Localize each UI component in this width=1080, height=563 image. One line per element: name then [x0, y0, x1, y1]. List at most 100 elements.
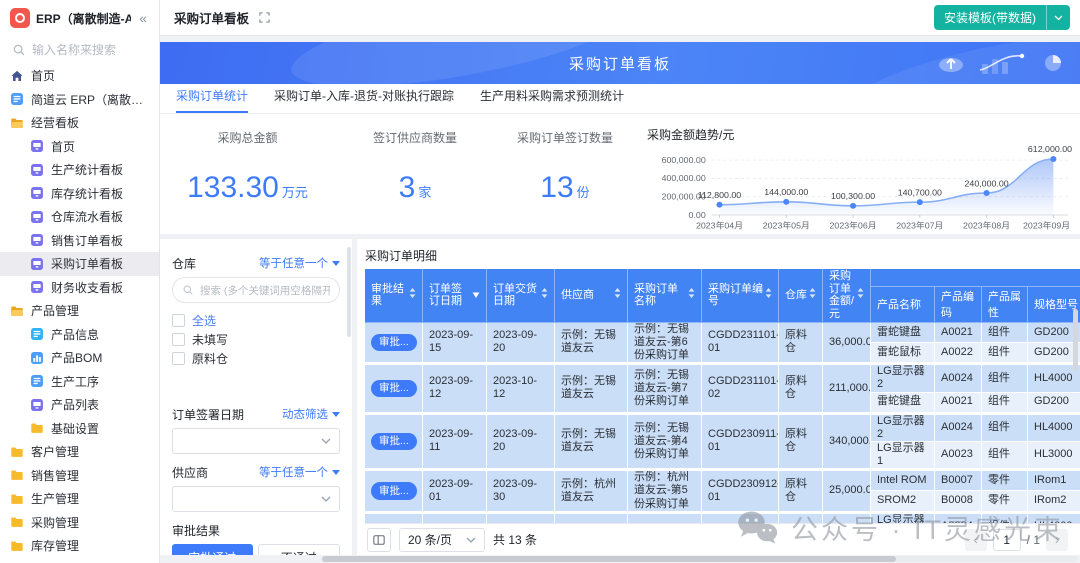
sort-icon[interactable]: [409, 288, 416, 302]
workspace-tab-label[interactable]: 采购订单看板: [174, 8, 249, 27]
sort-icon[interactable]: [809, 288, 816, 302]
horizontal-scrollbar[interactable]: [322, 556, 1077, 562]
column-header-订单签订日期[interactable]: 订单签订日期: [423, 269, 487, 323]
filter-supplier-operator[interactable]: 等于任意一个: [259, 464, 340, 480]
cell-product-code: A0024: [935, 363, 982, 392]
sidebar-item-生产统计看板[interactable]: 生产统计看板: [0, 158, 159, 182]
sort-icon[interactable]: [614, 288, 621, 302]
sidebar-item-生产管理[interactable]: 生产管理: [0, 487, 159, 511]
sidebar-item-客户管理[interactable]: 客户管理: [0, 440, 159, 464]
column-header-仓库[interactable]: 仓库: [779, 269, 823, 323]
cell-amount: 340,000.00: [823, 413, 871, 470]
filter-scrollbar[interactable]: [347, 247, 351, 337]
warehouse-option-原料仓[interactable]: 原料仓: [172, 349, 340, 368]
cell-delivery-date: 2023-10-12: [487, 363, 555, 412]
column-header-采购订单名称[interactable]: 采购订单名称: [628, 269, 702, 323]
tab-1[interactable]: 采购订单-入库-退货-对账执行跟踪: [274, 87, 454, 113]
svg-text:2023年05月: 2023年05月: [763, 220, 810, 231]
filter-search-input[interactable]: 搜索 (多个关键词用空格隔开): [172, 277, 340, 303]
column-header-采购订单金额/元[interactable]: 采购订单金额/元: [823, 269, 871, 323]
approval-option-审批通过[interactable]: 审批通过: [172, 544, 253, 555]
cell-supplier: 示例：杭州道友云: [555, 469, 628, 512]
sidebar-item-财务收支看板[interactable]: 财务收支看板: [0, 276, 159, 300]
sidebar-item-经营看板[interactable]: 经营看板: [0, 111, 159, 135]
approval-status-button[interactable]: 审批...: [371, 433, 417, 451]
sidebar-search-input[interactable]: 输入名称来搜索: [0, 34, 159, 64]
cell-supplier: 示例：无锡道友云: [555, 323, 628, 364]
column-header-产品名称[interactable]: 产品名称: [871, 287, 935, 322]
filter-panel: 仓库 等于任意一个 搜索 (多个关键词用空格隔开) 全选未填写原料仓 订单签署日…: [160, 239, 352, 555]
chevron-down-icon[interactable]: [1047, 15, 1070, 21]
cell-order-no: CGDD231101-02: [702, 363, 779, 412]
svg-text:2023年07月: 2023年07月: [896, 220, 943, 231]
checkbox[interactable]: [172, 352, 185, 365]
column-header-审批结果[interactable]: 审批结果: [365, 269, 423, 323]
column-header-供应商[interactable]: 供应商: [555, 269, 628, 323]
sort-icon[interactable]: [765, 288, 772, 302]
sidebar-item-产品管理[interactable]: 产品管理: [0, 299, 159, 323]
approval-status-button[interactable]: 审批...: [371, 482, 417, 500]
cell-product-code: A0023: [935, 442, 982, 469]
sidebar-item-简道云 ERP（离散制造-ATO）「...[interactable]: 简道云 ERP（离散制造-ATO）「...: [0, 88, 159, 112]
cell-product-spec: HL4000: [1028, 512, 1080, 523]
filter-signdate-operator[interactable]: 动态筛选: [282, 406, 340, 422]
cell-order-no: CGDD230912-01: [702, 469, 779, 512]
sidebar-item-产品信息[interactable]: 产品信息: [0, 323, 159, 347]
folder-open-icon: [10, 116, 24, 130]
sidebar-item-库存管理[interactable]: 库存管理: [0, 534, 159, 558]
column-header-采购订单编号[interactable]: 采购订单编号: [702, 269, 779, 323]
signdate-select[interactable]: [172, 428, 340, 454]
sidebar-item-产品列表[interactable]: 产品列表: [0, 393, 159, 417]
kpi-label: 采购总金额: [217, 129, 277, 146]
table-scrollbar[interactable]: [1073, 309, 1078, 371]
dashboard-icon: [30, 398, 44, 412]
sidebar-item-基础设置[interactable]: 基础设置: [0, 417, 159, 441]
supplier-select[interactable]: [172, 486, 340, 512]
svg-text:2023年09月: 2023年09月: [1023, 220, 1070, 231]
sort-icon[interactable]: [472, 289, 480, 302]
sidebar-item-首页[interactable]: 首页: [0, 135, 159, 159]
sidebar-item-首页[interactable]: 首页: [0, 64, 159, 88]
prev-page-button[interactable]: ‹: [965, 529, 987, 551]
sidebar-item-销售管理[interactable]: 销售管理: [0, 464, 159, 488]
sidebar-item-财务管理[interactable]: 财务管理: [0, 558, 159, 563]
filter-warehouse-operator[interactable]: 等于任意一个: [259, 255, 340, 271]
app-root: ERP（离散制造-ATO） « 输入名称来搜索 首页简道云 ERP（离散制造-A…: [0, 0, 1080, 563]
sidebar-item-采购订单看板[interactable]: 采购订单看板: [0, 252, 159, 276]
sidebar-item-库存统计看板[interactable]: 库存统计看板: [0, 182, 159, 206]
sidebar-collapse-icon[interactable]: «: [137, 10, 149, 26]
sort-icon[interactable]: [541, 288, 548, 302]
column-settings-button[interactable]: [367, 528, 391, 552]
fullscreen-icon[interactable]: [259, 12, 270, 23]
tab-0[interactable]: 采购订单统计: [176, 87, 248, 113]
install-template-button[interactable]: 安装模板(带数据): [934, 5, 1070, 30]
cell-supplier: 示例：无锡道友云: [555, 413, 628, 470]
chart-title: 采购金额趋势/元: [647, 126, 1074, 143]
checkbox[interactable]: [172, 333, 185, 346]
sort-icon[interactable]: [857, 288, 864, 302]
sidebar-item-销售订单看板[interactable]: 销售订单看板: [0, 229, 159, 253]
checkbox[interactable]: [172, 314, 185, 327]
approval-status-button[interactable]: 审批...: [371, 334, 417, 352]
app-logo-icon: [10, 8, 30, 28]
filter-warehouse-label: 仓库: [172, 255, 196, 272]
warehouse-option-全选[interactable]: 全选: [172, 311, 340, 330]
page-number-input[interactable]: 1: [993, 529, 1021, 551]
page-size-select[interactable]: 20 条/页: [399, 528, 485, 552]
next-page-button[interactable]: ›: [1046, 529, 1068, 551]
sidebar-item-产品BOM[interactable]: 产品BOM: [0, 346, 159, 370]
sidebar-item-生产工序[interactable]: 生产工序: [0, 370, 159, 394]
cell-product-name: 雷蛇键盘: [871, 323, 935, 343]
approval-option-不通过[interactable]: 不通过: [258, 544, 341, 555]
sort-icon[interactable]: [688, 288, 695, 302]
column-header-产品属性[interactable]: 产品属性: [982, 287, 1028, 322]
column-header-产品编码[interactable]: 产品编码: [935, 287, 982, 322]
warehouse-option-未填写[interactable]: 未填写: [172, 330, 340, 349]
dashboard-banner: 采购订单看板: [160, 42, 1080, 84]
sidebar-item-仓库流水看板[interactable]: 仓库流水看板: [0, 205, 159, 229]
approval-status-button[interactable]: 审批...: [371, 380, 417, 398]
tab-2[interactable]: 生产用料采购需求预测统计: [480, 87, 624, 113]
sidebar-item-采购管理[interactable]: 采购管理: [0, 511, 159, 535]
cell-approval: 审批...: [365, 363, 423, 412]
column-header-订单交货日期[interactable]: 订单交货日期: [487, 269, 555, 323]
